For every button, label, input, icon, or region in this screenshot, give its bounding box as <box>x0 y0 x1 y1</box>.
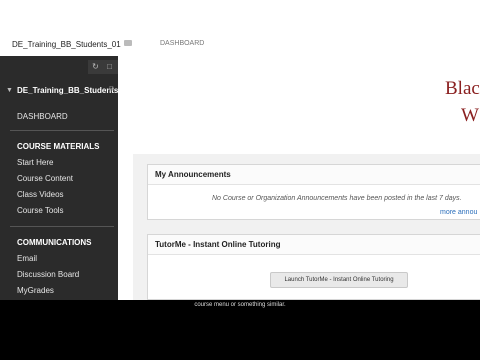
announcements-empty-text: No Course or Organization Announcements … <box>212 195 462 202</box>
top-bar: DE_Training_BB_Students_01 DASHBOARD <box>0 0 480 49</box>
more-announcements-link[interactable]: more annou <box>440 209 477 216</box>
banner-heading-line1: Blac <box>445 78 480 99</box>
sidebar-item-course-tools[interactable]: Course Tools <box>17 206 64 215</box>
breadcrumb[interactable]: DASHBOARD <box>160 40 204 47</box>
course-title-link[interactable]: DE_Training_BB_Students_01 <box>12 40 121 49</box>
sidebar-item-dashboard[interactable]: DASHBOARD <box>17 112 68 121</box>
announcements-title: My Announcements <box>148 165 480 185</box>
sidebar-divider <box>10 226 114 227</box>
sidebar-item-course-content[interactable]: Course Content <box>17 174 73 183</box>
welcome-banner: Blac W <box>133 56 480 154</box>
refresh-icon[interactable]: ↻ <box>91 63 100 71</box>
menu-toggle-icon[interactable] <box>124 40 132 46</box>
banner-heading-line2: W <box>461 105 479 126</box>
video-caption: course menu or something similar. <box>194 302 286 308</box>
course-menu: ↻ □ ▼ DE_Training_BB_Students_01 R DASHB… <box>0 56 118 300</box>
course-menu-heading[interactable]: ▼ DE_Training_BB_Students_01 <box>6 86 118 96</box>
sidebar-section-communications: COMMUNICATIONS <box>17 238 92 247</box>
course-menu-title: DE_Training_BB_Students_01 <box>17 86 118 95</box>
tutorme-module: TutorMe - Instant Online Tutoring Launch… <box>147 234 480 300</box>
sidebar-divider <box>10 130 114 131</box>
tutorme-title: TutorMe - Instant Online Tutoring <box>148 235 480 255</box>
course-menu-toolbar: ↻ □ <box>88 60 118 74</box>
blackboard-screen: DE_Training_BB_Students_01 DASHBOARD ↻ □… <box>0 0 480 300</box>
sidebar-item-start-here[interactable]: Start Here <box>17 158 53 167</box>
sidebar-item-email[interactable]: Email <box>17 254 37 263</box>
sidebar-item-discussion-board[interactable]: Discussion Board <box>17 270 79 279</box>
sidebar-item-class-videos[interactable]: Class Videos <box>17 190 64 199</box>
course-menu-side-mark: R <box>108 86 114 93</box>
main-content: Blac W My Announcements No Course or Org… <box>133 56 480 300</box>
folder-view-icon[interactable]: □ <box>105 63 114 71</box>
launch-tutorme-button[interactable]: Launch TutorMe - Instant Online Tutoring <box>270 272 408 288</box>
sidebar-item-mygrades[interactable]: MyGrades <box>17 286 54 295</box>
sidebar-section-course-materials: COURSE MATERIALS <box>17 142 100 151</box>
caret-down-icon[interactable]: ▼ <box>6 87 13 95</box>
announcements-module: My Announcements No Course or Organizati… <box>147 164 480 220</box>
